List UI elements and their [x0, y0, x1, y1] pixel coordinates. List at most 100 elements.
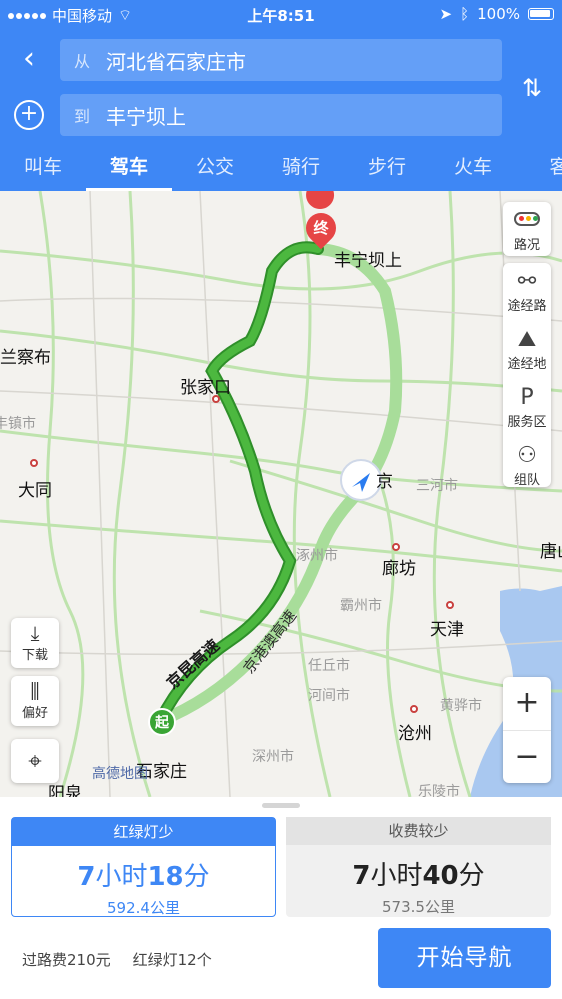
- route-option-1[interactable]: 红绿灯少 7小时18分 592.4公里: [11, 817, 276, 917]
- route-option-2-tag: 收费较少: [286, 817, 551, 845]
- sheet-handle[interactable]: [262, 803, 300, 808]
- origin-field[interactable]: 从 河北省石家庄市: [60, 39, 502, 81]
- swap-arrows-icon: ⇅: [521, 74, 543, 102]
- route-option-1-minutes: 18: [147, 862, 184, 892]
- service-area-button[interactable]: P 服务区: [503, 379, 551, 437]
- map-label-zhenshi: 丰镇市: [0, 416, 36, 432]
- route-option-2-time: 7小时40分: [286, 855, 551, 892]
- map-label-cangzhou: 沧州: [398, 724, 432, 744]
- add-waypoint-button[interactable]: +: [14, 100, 44, 130]
- route-option-1-minutes-unit: 分: [183, 862, 210, 892]
- crosshair-icon: ⌖: [28, 747, 42, 775]
- preference-button[interactable]: ⫼ 偏好: [11, 676, 59, 726]
- tab-drive[interactable]: 驾车: [86, 148, 172, 191]
- map-label-ulanqab: 兰察布: [0, 348, 51, 368]
- map-label-renqiu: 任丘市: [308, 658, 350, 674]
- back-button[interactable]: ‹: [14, 42, 44, 78]
- start-navigation-button[interactable]: 开始导航: [378, 928, 551, 988]
- via-road-button[interactable]: ⚯ 途经路: [503, 263, 551, 321]
- selected-route-line[interactable]: [156, 243, 322, 725]
- map-label-datong: 大同: [18, 481, 52, 501]
- traffic-label: 路况: [513, 238, 540, 253]
- status-right: ➤ ᛒ 100%: [440, 5, 554, 23]
- map-label-langfang: 廊坊: [382, 559, 416, 579]
- end-marker-bg: [306, 191, 335, 209]
- service-area-icon: P: [520, 385, 534, 410]
- route-tools-panel: ⚯ 途经路 ⛰ 途经地 P 服务区 ⚇ 组队: [503, 263, 551, 488]
- start-pin-label: 起: [155, 715, 169, 731]
- service-area-label: 服务区: [507, 415, 547, 430]
- tab-transit[interactable]: 公交: [172, 148, 258, 191]
- route-option-1-hours: 7: [77, 862, 96, 892]
- via-place-button[interactable]: ⛰ 途经地: [503, 321, 551, 379]
- tab-bike[interactable]: 骑行: [258, 148, 344, 191]
- origin-value: 河北省石家庄市: [106, 49, 246, 74]
- end-pin-label: 终: [313, 219, 329, 237]
- route-option-2-hours-unit: 小时: [370, 861, 423, 891]
- map-label-tangshan: 唐山: [540, 542, 562, 562]
- destination-prefix: 到: [74, 107, 91, 126]
- tab-walk[interactable]: 步行: [344, 148, 430, 191]
- team-icon: ⚇: [517, 443, 537, 468]
- map-label-hejian: 河间市: [308, 688, 350, 704]
- map-label-sanhe: 三河市: [416, 478, 458, 494]
- city-dot-langfang: [392, 543, 400, 551]
- preference-label: 偏好: [21, 706, 48, 721]
- route-option-2-distance: 573.5公里: [382, 898, 455, 916]
- download-label: 下载: [21, 648, 48, 663]
- zoom-controls: + −: [503, 677, 551, 783]
- route-option-1-tag: 红绿灯少: [12, 818, 275, 846]
- city-dot-tianjin: [446, 601, 454, 609]
- map-logo-text: 高德地图: [92, 766, 148, 782]
- route-option-1-hours-unit: 小时: [95, 862, 148, 892]
- selected-route-outline[interactable]: [154, 241, 324, 727]
- via-road-label: 途经路: [507, 299, 547, 314]
- tab-train[interactable]: 火车: [430, 148, 516, 191]
- map-label-beijing: 京: [376, 472, 393, 492]
- download-button[interactable]: ⤓ 下载: [11, 618, 59, 668]
- city-dot-zhangjiakou: [212, 395, 220, 403]
- bluetooth-icon: ᛒ: [460, 5, 470, 23]
- tab-taxi[interactable]: 叫车: [0, 148, 86, 191]
- map-label-huanghua: 黄骅市: [440, 698, 482, 714]
- sliders-icon: ⫼: [30, 679, 40, 703]
- team-label: 组队: [513, 473, 540, 488]
- zoom-in-button[interactable]: +: [503, 677, 551, 730]
- via-place-label: 途经地: [507, 357, 547, 372]
- route-option-2-hours: 7: [352, 861, 371, 891]
- download-icon: ⤓: [30, 621, 40, 645]
- chevron-left-icon: ‹: [23, 41, 35, 76]
- plus-icon: +: [19, 101, 39, 126]
- destination-value: 丰宁坝上: [106, 104, 186, 129]
- map-label-leling: 乐陵市: [418, 784, 460, 797]
- route-option-1-distance: 592.4公里: [107, 899, 180, 917]
- toll-fee: 过路费210元: [22, 951, 111, 969]
- route-option-2-minutes-unit: 分: [458, 861, 485, 891]
- swap-button[interactable]: ⇅: [520, 72, 544, 104]
- map-pin-icon: ⛰: [517, 327, 537, 352]
- destination-field[interactable]: 到 丰宁坝上: [60, 94, 502, 136]
- route-option-2[interactable]: 收费较少 7小时40分 573.5公里: [286, 817, 551, 917]
- map-label-destination: 丰宁坝上: [334, 251, 402, 271]
- map-view[interactable]: 终 起 丰宁坝上 张家口 大同 兰察布 丰镇市 京 三河市 涿州市 廊坊 唐山 …: [0, 191, 562, 797]
- traffic-panel: 路况: [503, 202, 551, 256]
- tab-coach[interactable]: 客: [516, 148, 562, 191]
- zoom-out-button[interactable]: −: [503, 731, 551, 784]
- route-sheet: 红绿灯少 7小时18分 592.4公里 收费较少 7小时40分 573.5公里 …: [0, 797, 562, 999]
- map-label-bazhou: 霸州市: [340, 598, 382, 614]
- map-label-tianjin: 天津: [430, 620, 464, 640]
- traffic-light-icon: [514, 212, 540, 226]
- map-label-zhuozhou: 涿州市: [296, 548, 338, 564]
- trip-info: 过路费210元 红绿灯12个: [22, 949, 212, 970]
- traffic-button[interactable]: 路况: [503, 202, 551, 256]
- route-option-2-minutes: 40: [422, 861, 459, 891]
- locate-button[interactable]: ⌖: [11, 739, 59, 783]
- traffic-light-count: 红绿灯12个: [132, 951, 212, 969]
- city-dot-datong: [30, 459, 38, 467]
- team-button[interactable]: ⚇ 组队: [503, 437, 551, 495]
- location-arrow-icon: ➤: [439, 5, 453, 23]
- battery-label: 100%: [477, 5, 520, 23]
- map-label-zhangjiakou: 张家口: [180, 378, 231, 398]
- battery-icon: [528, 8, 554, 20]
- map-label-shenzhou: 深州市: [252, 749, 294, 765]
